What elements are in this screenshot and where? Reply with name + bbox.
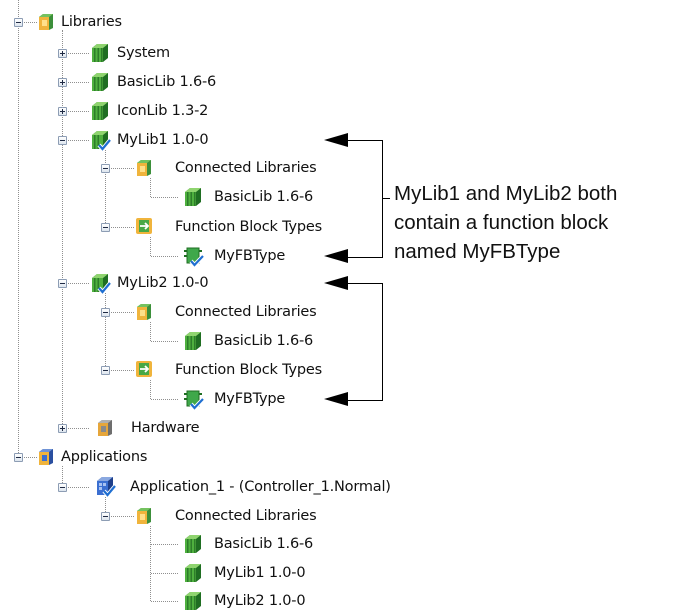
tree-label: BasicLib 1.6-6 <box>214 189 314 205</box>
collapse-toggle[interactable] <box>101 512 110 521</box>
annotation-line-1: MyLib1 and MyLib2 both <box>394 182 618 205</box>
expand-toggle[interactable] <box>58 107 67 116</box>
collapse-toggle[interactable] <box>58 483 67 492</box>
tree-line-mylib1-connected-children <box>150 178 151 197</box>
tree-label: IconLib 1.3-2 <box>117 103 209 119</box>
library-folder-icon <box>135 507 153 525</box>
tree-label: MyLib1 1.0-0 <box>214 565 306 581</box>
tree-line-mylib2-fbtypes <box>106 370 134 371</box>
collapse-toggle[interactable] <box>14 453 23 462</box>
library-icon <box>90 101 108 120</box>
tree-label: BasicLib 1.6-6 <box>117 74 217 90</box>
tree-label: Applications <box>61 449 148 465</box>
library-icon <box>90 43 108 62</box>
function-block-type-icon <box>183 246 205 268</box>
tree-label: MyLib2 1.0-0 <box>117 275 209 291</box>
tree-label: Application_1 - (Controller_1.Normal) <box>130 479 391 495</box>
bracket-mylib2 <box>348 283 383 401</box>
tree-line-mylib2-children <box>105 293 106 370</box>
tree-line-mylib1-fbtypes-children <box>150 237 151 256</box>
annotation-line-2: contain a function block <box>394 211 609 234</box>
tree-label: BasicLib 1.6-6 <box>214 333 314 349</box>
tree-label: Function Block Types <box>175 362 322 378</box>
tree-label: Connected Libraries <box>175 160 317 176</box>
tree-line-mylib2-myfbtype <box>151 399 178 400</box>
expand-toggle[interactable] <box>58 424 67 433</box>
tree-line-mylib2-basiclib <box>151 341 178 342</box>
tree-line-mylib2-fbtypes-children <box>150 380 151 399</box>
tree-line-root <box>18 0 19 457</box>
tree-line-mylib2-connected-children <box>150 322 151 341</box>
library-icon <box>183 591 201 610</box>
annotation-line-3: named MyFBType <box>394 240 561 263</box>
hardware-folder-icon <box>96 419 114 437</box>
library-folder-icon <box>135 159 153 177</box>
expand-toggle[interactable] <box>58 49 67 58</box>
collapse-toggle[interactable] <box>58 136 67 145</box>
collapse-toggle[interactable] <box>101 308 110 317</box>
tree-line-mylib2-connected <box>106 312 134 313</box>
arrow-head-mylib1 <box>324 133 348 147</box>
tree-label: MyFBType <box>214 248 286 264</box>
application-checked-icon <box>95 476 117 498</box>
tree-line-mylib1-children <box>105 150 106 227</box>
collapse-toggle[interactable] <box>14 18 23 27</box>
tree-label: BasicLib 1.6-6 <box>214 536 314 552</box>
tree-line-mylib1-connected <box>106 168 134 169</box>
tree-label: Function Block Types <box>175 219 322 235</box>
collapse-toggle[interactable] <box>101 223 110 232</box>
library-folder-icon <box>135 303 153 321</box>
tree-line-app-connected <box>106 516 134 517</box>
tree-label: MyFBType <box>214 391 286 407</box>
library-icon <box>183 534 201 553</box>
expand-toggle[interactable] <box>58 78 67 87</box>
tree-label: MyLib1 1.0-0 <box>117 132 209 148</box>
tree-line-mylib1-fbtypes <box>106 227 134 228</box>
function-block-folder-icon <box>135 217 153 235</box>
tree-label: Libraries <box>61 14 122 30</box>
library-tree-screenshot: Libraries System BasicLib 1.6-6 IconLib … <box>0 0 688 612</box>
tree-line-app-mylib1 <box>151 573 178 574</box>
bracket-mylib1 <box>348 140 383 258</box>
collapse-toggle[interactable] <box>58 279 67 288</box>
tree-line-app-connected-children <box>150 526 151 601</box>
bracket-mylib1-tick <box>382 198 390 199</box>
library-icon <box>183 563 201 582</box>
collapse-toggle[interactable] <box>101 164 110 173</box>
library-folder-icon <box>37 13 55 31</box>
function-block-type-icon <box>183 389 205 411</box>
arrow-head-mylib1-myfbtype <box>324 249 348 263</box>
tree-line-app-mylib2 <box>151 601 178 602</box>
arrow-head-mylib2-myfbtype <box>324 392 348 406</box>
tree-label: Connected Libraries <box>175 508 317 524</box>
arrow-head-mylib2 <box>324 276 348 290</box>
function-block-folder-icon <box>135 360 153 378</box>
tree-label: MyLib2 1.0-0 <box>214 593 306 609</box>
library-icon <box>183 331 201 350</box>
tree-label: Connected Libraries <box>175 304 317 320</box>
tree-line-libraries-children <box>62 30 63 428</box>
tree-label: Hardware <box>131 420 200 436</box>
library-icon <box>90 72 108 91</box>
collapse-toggle[interactable] <box>101 366 110 375</box>
annotation-callout: MyLib1 and MyLib2 both contain a functio… <box>394 179 688 266</box>
library-checked-icon <box>90 273 112 295</box>
tree-label: System <box>117 45 170 61</box>
library-icon <box>183 187 201 206</box>
tree-line-app-basiclib <box>151 544 178 545</box>
applications-folder-icon <box>37 448 55 466</box>
library-checked-icon <box>90 130 112 152</box>
tree-line-mylib1-myfbtype <box>151 256 178 257</box>
tree-line-mylib1-basiclib <box>151 197 178 198</box>
